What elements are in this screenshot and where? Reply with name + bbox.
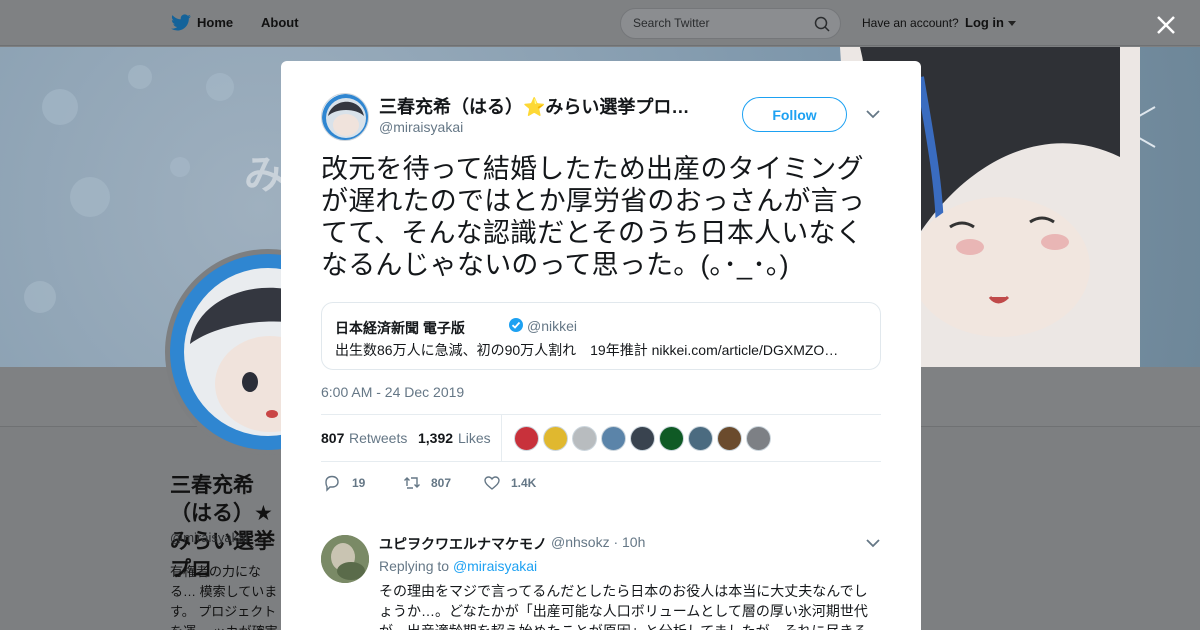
reply-author-avatar-image — [321, 535, 369, 583]
like-count[interactable]: 1.4K — [511, 476, 536, 490]
retweet-icon[interactable] — [403, 474, 421, 492]
replying-to-prefix: Replying to — [379, 558, 450, 574]
have-account-text: Have an account? — [862, 16, 959, 30]
tweet-actions: 19 807 1.4K — [321, 471, 881, 495]
login-link[interactable]: Log in — [965, 15, 1004, 30]
reply-count[interactable]: 19 — [352, 476, 365, 490]
liker-avatar[interactable] — [630, 426, 655, 451]
quoted-tweet[interactable]: 日本経済新聞 電子版 @nikkei 出生数86万人に急減、初の90万人割れ 1… — [321, 302, 881, 370]
quoted-author-handle: @nikkei — [527, 318, 578, 334]
quoted-author-name: 日本経済新聞 電子版 — [335, 320, 465, 336]
tweet-author-avatar[interactable] — [321, 93, 369, 141]
liker-avatar[interactable] — [514, 426, 539, 451]
replying-to: Replying to @miraisyakai — [379, 558, 537, 574]
login-caret-icon[interactable] — [1008, 21, 1016, 26]
liker-avatar[interactable] — [746, 426, 771, 451]
tweet-text: 改元を待って結婚したため出産のタイミングが遅れたのではとか厚労省のおっさんが言っ… — [321, 154, 865, 280]
verified-badge-icon — [509, 318, 523, 332]
reply-chevron-down-icon[interactable] — [866, 538, 880, 548]
tweet-modal: 三春充希（はる）⭐みらい選挙プロ… @miraisyakai Follow 改元… — [281, 61, 921, 630]
twitter-bird-icon[interactable] — [170, 14, 192, 32]
profile-handle: @miraisyakai — [170, 530, 249, 545]
tweet-author-name[interactable]: 三春充希（はる）⭐みらい選挙プロ… — [379, 93, 699, 119]
reply-separator — [281, 516, 921, 526]
likes-label[interactable]: Likes — [458, 430, 491, 446]
top-nav: Home About Have an account? Log in — [0, 0, 1200, 46]
reply-author-avatar[interactable] — [321, 535, 369, 583]
reply-author-name[interactable]: ユピヲクワエルナマケモノ — [379, 534, 547, 554]
liker-avatar[interactable] — [601, 426, 626, 451]
quoted-tweet-text: 出生数86万人に急減、初の90万人割れ 19年推計 nikkei.com/art… — [335, 342, 839, 358]
retweet-count[interactable]: 807 — [431, 476, 451, 490]
search-icon[interactable] — [814, 16, 830, 32]
reply-text: その理由をマジで言ってるんだとしたら日本のお役人は本当に大丈夫なんでしょうか…。… — [379, 583, 868, 630]
tweet-timestamp[interactable]: 6:00 AM - 24 Dec 2019 — [321, 384, 464, 400]
tweet-author-handle[interactable]: @miraisyakai — [379, 119, 463, 135]
liker-avatar[interactable] — [659, 426, 684, 451]
liker-avatar[interactable] — [688, 426, 713, 451]
likes-count[interactable]: 1,392 — [418, 430, 453, 446]
replying-to-link[interactable]: @miraisyakai — [453, 558, 537, 574]
liker-avatar[interactable] — [543, 426, 568, 451]
liker-avatar[interactable] — [717, 426, 742, 451]
retweets-count[interactable]: 807 — [321, 430, 344, 446]
chevron-down-icon[interactable] — [866, 109, 880, 119]
search-box — [620, 8, 841, 39]
tweet-stats: 807 Retweets 1,392 Likes — [321, 414, 881, 462]
retweets-label[interactable]: Retweets — [349, 430, 407, 446]
reply-author-handle[interactable]: @nhsokz · 10h — [551, 534, 645, 550]
like-icon[interactable] — [483, 474, 501, 492]
stats-divider — [501, 415, 502, 462]
liker-avatar[interactable] — [572, 426, 597, 451]
close-icon[interactable] — [1153, 12, 1179, 38]
banner-title-text: み — [244, 153, 284, 197]
reply-icon[interactable] — [323, 474, 341, 492]
tweet-author-avatar-image — [322, 94, 368, 140]
search-input[interactable] — [633, 16, 803, 30]
follow-button[interactable]: Follow — [742, 97, 847, 132]
profile-bio: 有権者の力になる… 模索しています。 プロジェクトを運… ッカが確実です — [170, 564, 278, 630]
nav-about-link[interactable]: About — [261, 15, 299, 30]
nav-home-link[interactable]: Home — [197, 15, 233, 30]
